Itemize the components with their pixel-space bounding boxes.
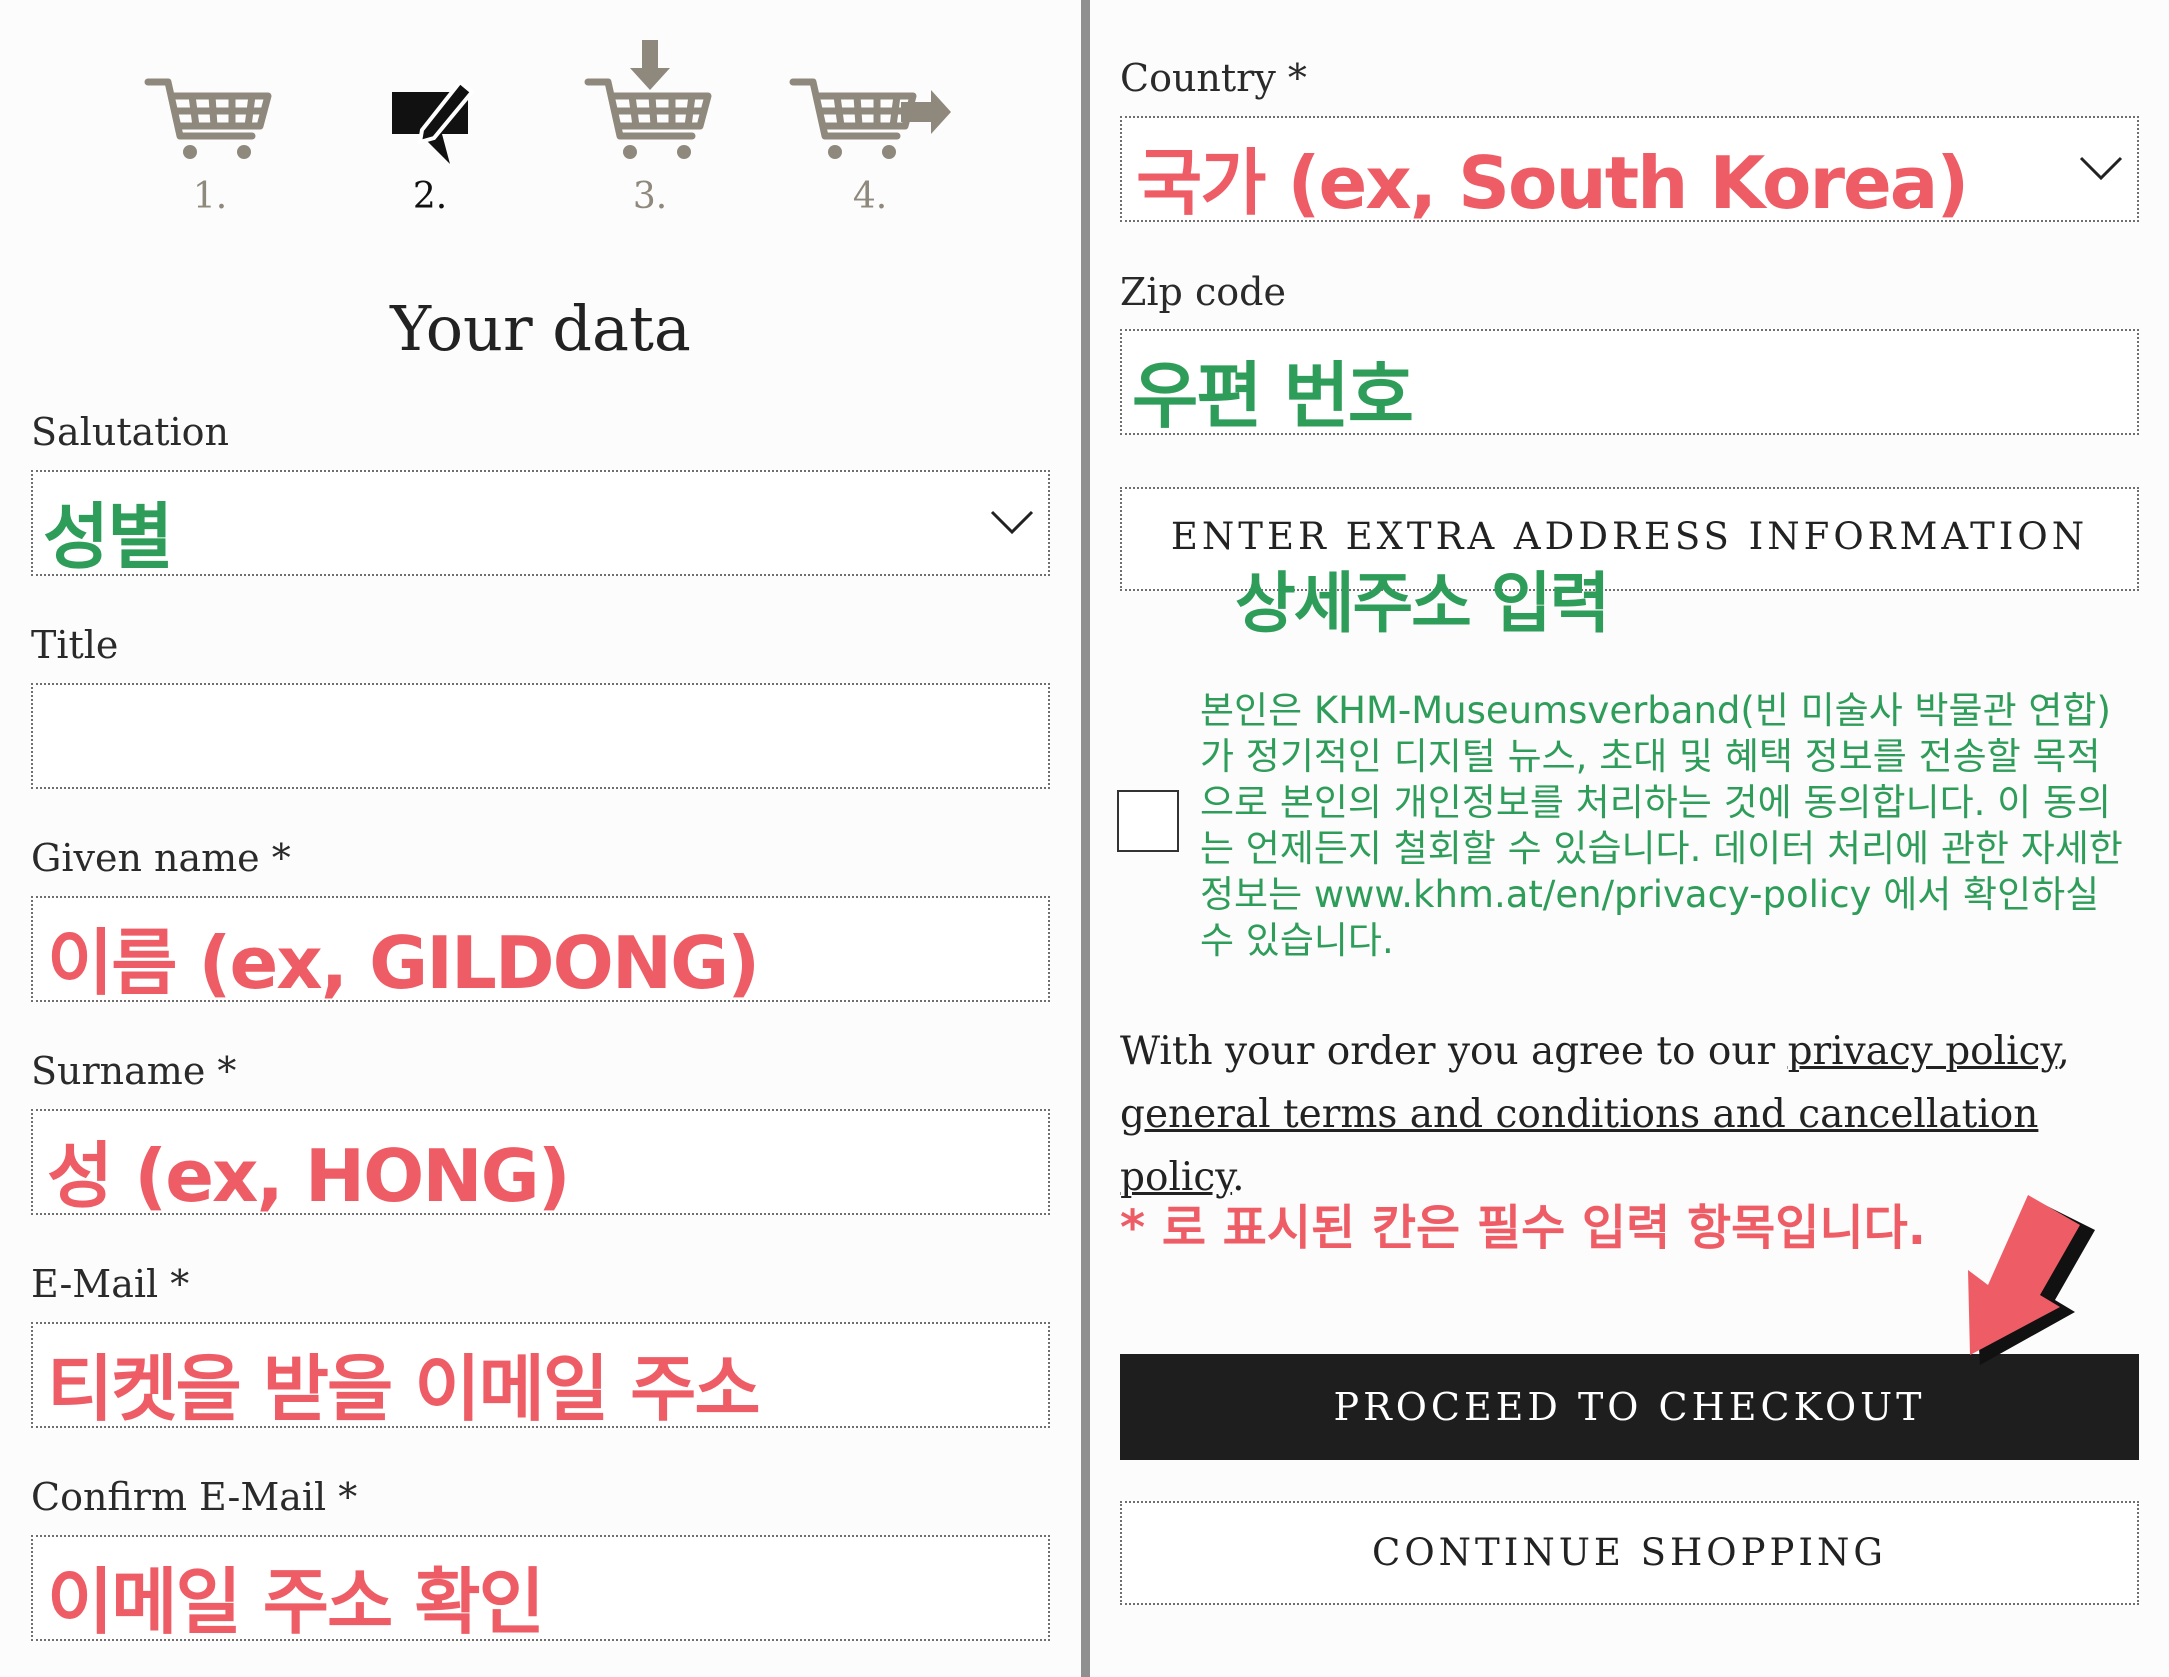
country-select[interactable]: 국가 (ex, South Korea) — [1120, 116, 2139, 225]
email-label: E-Mail * — [31, 1262, 190, 1306]
order-form-right-panel: Country * 국가 (ex, South Korea) Zip code … — [1090, 0, 2169, 1677]
salutation-annotation: 성별 — [43, 495, 173, 579]
salutation-select[interactable]: 성별 — [31, 470, 1050, 579]
zip-code-label: Zip code — [1120, 270, 1286, 314]
order-form-left-panel: 1. 2. 3. 4. Your data Salutation 성별 Titl… — [0, 0, 1081, 1677]
newsletter-consent-checkbox[interactable] — [1117, 790, 1179, 852]
panel-divider — [1081, 0, 1090, 1677]
agreement-prefix: With your order you agree to our — [1120, 1029, 1788, 1074]
email-annotation: 티켓을 받을 이메일 주소 — [47, 1347, 761, 1431]
step-3[interactable]: 3. — [560, 38, 740, 217]
surname-annotation: 성 (ex, HONG) — [47, 1134, 571, 1218]
surname-label: Surname * — [31, 1049, 237, 1093]
extra-address-annotation: 상세주소 입력 — [1235, 565, 1610, 642]
page-title: Your data — [390, 292, 691, 365]
email-input[interactable]: 티켓을 받을 이메일 주소 — [31, 1322, 1050, 1431]
annotation-arrow-icon — [1968, 1195, 2095, 1365]
confirm-email-input[interactable]: 이메일 주소 확인 — [31, 1535, 1050, 1644]
salutation-label: Salutation — [31, 410, 230, 454]
terms-conditions-link[interactable]: general terms and conditions and cancell… — [1120, 1092, 2038, 1200]
required-fields-note: * 로 표시된 칸은 필수 입력 항목입니다. — [1120, 1200, 1927, 1256]
privacy-policy-link[interactable]: privacy policy — [1788, 1029, 2058, 1074]
step-1-number: 1. — [192, 176, 228, 217]
chevron-down-icon — [990, 510, 1034, 535]
title-label: Title — [31, 623, 119, 667]
country-label: Country * — [1120, 56, 1307, 100]
step-2[interactable]: 2. — [340, 68, 520, 217]
shopping-cart-icon — [144, 78, 272, 159]
cart-forward-icon — [789, 78, 951, 159]
confirm-email-annotation: 이메일 주소 확인 — [47, 1560, 545, 1644]
step-4-number: 4. — [852, 176, 888, 217]
edit-data-icon — [392, 79, 475, 164]
agreement-separator: , — [2057, 1029, 2070, 1074]
surname-input[interactable]: 성 (ex, HONG) — [31, 1109, 1050, 1218]
title-input[interactable] — [31, 683, 1050, 789]
given-name-annotation: 이름 (ex, GILDONG) — [47, 921, 760, 1005]
cart-download-icon — [584, 40, 712, 159]
continue-shopping-label: CONTINUE SHOPPING — [1372, 1531, 1887, 1574]
continue-shopping-button[interactable]: CONTINUE SHOPPING — [1120, 1501, 2139, 1605]
step-4[interactable]: 4. — [780, 68, 960, 217]
newsletter-consent-text: 본인은 KHM-Museumsverband(빈 미술사 박물관 연합)가 정기… — [1200, 689, 2123, 962]
zip-code-annotation: 우편 번호 — [1132, 354, 1414, 438]
terms-agreement-text: With your order you agree to our privacy… — [1120, 1020, 2130, 1209]
step-2-number: 2. — [412, 176, 448, 217]
given-name-label: Given name * — [31, 836, 291, 880]
step-3-number: 3. — [632, 176, 668, 217]
chevron-down-icon — [2079, 156, 2123, 181]
given-name-input[interactable]: 이름 (ex, GILDONG) — [31, 896, 1050, 1005]
confirm-email-label: Confirm E-Mail * — [31, 1475, 358, 1519]
zip-code-input[interactable]: 우편 번호 — [1120, 329, 2139, 438]
step-1[interactable]: 1. — [120, 68, 300, 217]
country-annotation: 국가 (ex, South Korea) — [1136, 141, 1969, 225]
